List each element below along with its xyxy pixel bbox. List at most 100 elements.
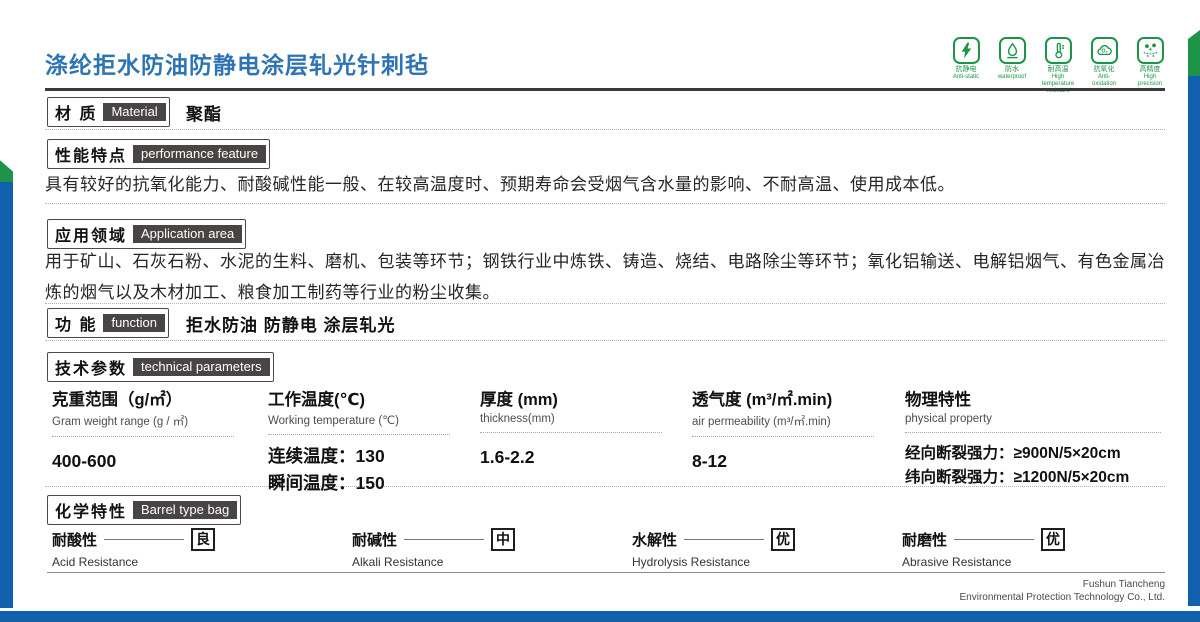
section-label-en-badge: performance feature bbox=[133, 145, 266, 163]
anti-static-icon bbox=[953, 37, 980, 64]
tech-col-title-cn: 物理特性 bbox=[905, 386, 1161, 410]
section-label-en-badge: Barrel type bag bbox=[133, 501, 237, 519]
section-label-performance: 性能特点 performance feature bbox=[47, 139, 270, 169]
tech-col-value: 8-12 bbox=[692, 451, 874, 472]
tech-col-dotted-rule bbox=[52, 436, 234, 437]
tech-col-value: 经向断裂强力：≥900N/5×20cm bbox=[905, 441, 1161, 463]
chem-name-en: Hydrolysis Resistance bbox=[632, 555, 795, 569]
dotted-divider bbox=[45, 340, 1165, 341]
right-edge-green-accent bbox=[1188, 30, 1200, 80]
icon-cell-anti-oxidation: O₂ 抗氧化 Anti-oxidation bbox=[1086, 37, 1122, 95]
page-title: 涤纶拒水防油防静电涂层轧光针刺毡 bbox=[45, 46, 429, 80]
tech-col-value2: 纬向断裂强力：≥1200N/5×20cm bbox=[905, 465, 1161, 487]
tech-col-title-en: thickness(mm) bbox=[480, 413, 662, 425]
chem-name-cn: 耐碱性 bbox=[352, 529, 397, 550]
anti-oxidation-icon: O₂ bbox=[1091, 37, 1118, 64]
chem-item-row: 耐酸性 良 bbox=[52, 528, 215, 551]
section-label-technical: 技术参数 technical parameters bbox=[47, 352, 274, 382]
icon-label-cn: 防水 bbox=[994, 66, 1030, 74]
tech-col-title-en: Working temperature (℃) bbox=[268, 413, 450, 427]
chem-item-hydrolysis-resistance: 水解性 优 Hydrolysis Resistance bbox=[632, 528, 795, 569]
chem-rating-badge: 良 bbox=[191, 528, 215, 551]
icon-cell-waterproof: 防水 waterproof bbox=[994, 37, 1030, 95]
chem-name-cn: 耐酸性 bbox=[52, 529, 97, 550]
dotted-divider bbox=[45, 129, 1165, 130]
certification-icon-strip: 抗静电 Anti-static 防水 waterproof 耐高温 bbox=[948, 37, 1168, 95]
section-label-en-badge: technical parameters bbox=[133, 358, 270, 376]
tech-col-physical-property: 物理特性 physical property 经向断裂强力：≥900N/5×20… bbox=[905, 386, 1161, 487]
tech-col-dotted-rule bbox=[268, 434, 450, 435]
icon-label-en: High temperature resistant bbox=[1040, 74, 1076, 95]
company-name-line2: Environmental Protection Technology Co.,… bbox=[960, 591, 1166, 604]
tech-col-value: 400-600 bbox=[52, 451, 234, 472]
icon-label-cn: 抗静电 bbox=[948, 66, 984, 74]
tech-col-value: 连续温度：130 bbox=[268, 443, 450, 468]
tech-col-title-cn: 透气度 (m³/㎡.min) bbox=[692, 386, 874, 410]
section-label-function: 功 能 function bbox=[47, 308, 169, 338]
chem-item-row: 耐磨性 优 bbox=[902, 528, 1065, 551]
icon-label-en: Anti-static bbox=[948, 74, 984, 81]
tech-col-value: 1.6-2.2 bbox=[480, 447, 662, 468]
section-label-en-badge: function bbox=[103, 314, 165, 332]
chem-name-cn: 耐磨性 bbox=[902, 529, 947, 550]
tech-col-title-cn: 工作温度(℃) bbox=[268, 386, 450, 410]
high-temperature-icon bbox=[1045, 37, 1072, 64]
spec-sheet-page: 涤纶拒水防油防静电涂层轧光针刺毡 抗静电 Anti-static 防水 wate… bbox=[0, 0, 1200, 622]
section-label-material: 材 质 Material bbox=[47, 97, 170, 127]
tech-col-dotted-rule bbox=[480, 432, 662, 433]
chem-item-row: 水解性 优 bbox=[632, 528, 795, 551]
icon-label-cn: 高精度 bbox=[1132, 66, 1168, 74]
material-value: 聚酯 bbox=[186, 100, 222, 125]
section-label-cn: 材 质 bbox=[55, 100, 97, 124]
tech-col-working-temperature: 工作温度(℃) Working temperature (℃) 连续温度：130… bbox=[268, 386, 450, 495]
section-label-chemical: 化学特性 Barrel type bag bbox=[47, 495, 241, 525]
icon-cell-high-precision: 高精度 High precision bbox=[1132, 37, 1168, 95]
application-text: 用于矿山、石灰石粉、水泥的生料、磨机、包装等环节；钢铁行业中炼铁、铸造、烧结、电… bbox=[45, 246, 1167, 308]
tech-col-title-en: Gram weight range (g / ㎡) bbox=[52, 413, 234, 429]
bottom-blue-bar bbox=[0, 611, 1200, 622]
chem-rating-badge: 中 bbox=[491, 528, 515, 551]
chem-item-abrasive-resistance: 耐磨性 优 Abrasive Resistance bbox=[902, 528, 1065, 569]
chem-item-alkali-resistance: 耐碱性 中 Alkali Resistance bbox=[352, 528, 515, 569]
icon-label-cn: 耐高温 bbox=[1040, 66, 1076, 74]
footer-divider bbox=[47, 572, 1165, 573]
waterproof-icon bbox=[999, 37, 1026, 64]
tech-col-dotted-rule bbox=[905, 432, 1161, 433]
chem-rating-badge: 优 bbox=[771, 528, 795, 551]
icon-label-en: waterproof bbox=[994, 74, 1030, 81]
icon-cell-anti-static: 抗静电 Anti-static bbox=[948, 37, 984, 95]
right-edge-blue-bar bbox=[1188, 76, 1200, 606]
tech-col-title-cn: 克重范围（g/㎡） bbox=[52, 386, 234, 410]
header-divider bbox=[45, 88, 1165, 91]
tech-col-air-permeability: 透气度 (m³/㎡.min) air permeability (m³/㎡.mi… bbox=[692, 386, 874, 472]
high-precision-icon bbox=[1137, 37, 1164, 64]
section-label-en-badge: Material bbox=[103, 103, 165, 121]
performance-text: 具有较好的抗氧化能力、耐酸碱性能一般、在较高温度时、预期寿命会受烟气含水量的影响… bbox=[45, 170, 1167, 200]
chem-name-en: Abrasive Resistance bbox=[902, 555, 1065, 569]
icon-cell-high-temperature: 耐高温 High temperature resistant bbox=[1040, 37, 1076, 95]
icon-label-cn: 抗氧化 bbox=[1086, 66, 1122, 74]
chem-item-acid-resistance: 耐酸性 良 Acid Resistance bbox=[52, 528, 215, 569]
chem-connector-line bbox=[684, 539, 764, 540]
tech-col-title-cn: 厚度 (mm) bbox=[480, 386, 662, 410]
icon-label-en: Anti-oxidation bbox=[1086, 74, 1122, 88]
tech-col-title-en: physical property bbox=[905, 413, 1161, 425]
section-label-cn: 功 能 bbox=[55, 311, 97, 335]
icon-label-en: High precision bbox=[1132, 74, 1168, 88]
tech-col-gram-weight: 克重范围（g/㎡） Gram weight range (g / ㎡) 400-… bbox=[52, 386, 234, 472]
section-label-cn: 应用领域 bbox=[55, 222, 127, 246]
section-label-cn: 技术参数 bbox=[55, 355, 127, 379]
chem-connector-line bbox=[954, 539, 1034, 540]
section-label-cn: 性能特点 bbox=[55, 142, 127, 166]
tech-col-dotted-rule bbox=[692, 436, 874, 437]
section-label-cn: 化学特性 bbox=[55, 498, 127, 522]
chem-name-en: Acid Resistance bbox=[52, 555, 215, 569]
chem-name-en: Alkali Resistance bbox=[352, 555, 515, 569]
section-label-en-badge: Application area bbox=[133, 225, 242, 243]
chem-connector-line bbox=[404, 539, 484, 540]
function-value: 拒水防油 防静电 涂层轧光 bbox=[186, 311, 395, 336]
chem-connector-line bbox=[104, 539, 184, 540]
section-label-application: 应用领域 Application area bbox=[47, 219, 246, 249]
chem-rating-badge: 优 bbox=[1041, 528, 1065, 551]
chem-item-row: 耐碱性 中 bbox=[352, 528, 515, 551]
